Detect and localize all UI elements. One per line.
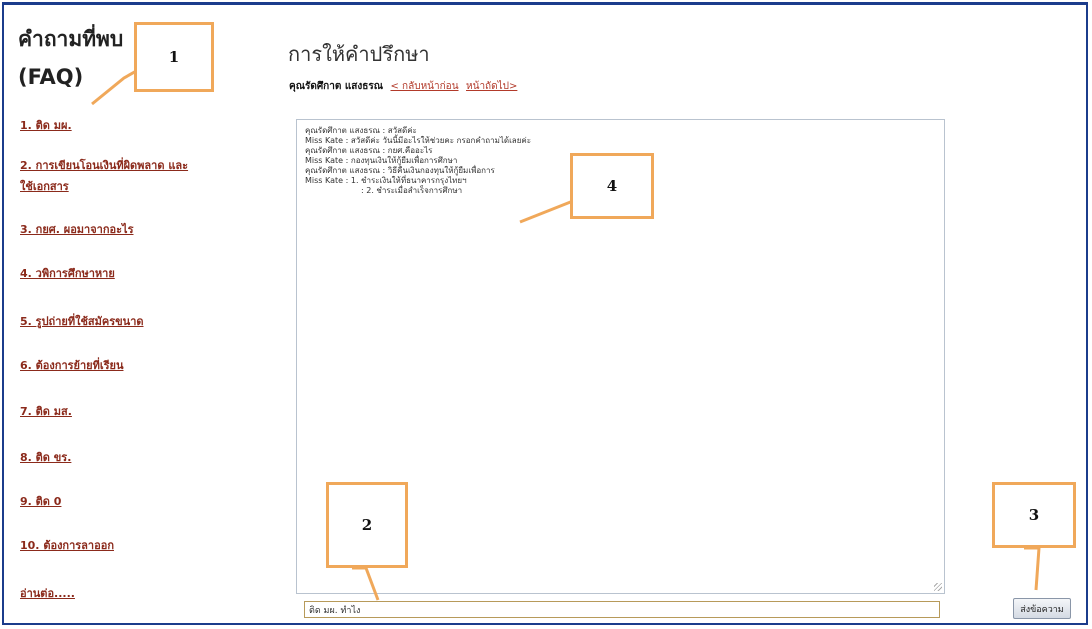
faq-item: อ่านต่อ.....: [20, 582, 230, 603]
faq-link-5[interactable]: 5. รูปถ่ายที่ใช้สมัครขนาด: [20, 315, 144, 328]
callout-2: 2: [326, 482, 408, 568]
faq-link-2[interactable]: 2. การเขียนโอนเงินที่ผิดพลาด และใช้เอกสา…: [20, 159, 188, 193]
faq-item: 4. วพิการศึกษาหาย: [20, 262, 230, 283]
faq-link-7[interactable]: 7. ติด มส.: [20, 405, 72, 418]
next-page-link[interactable]: หน้าถัดไป>: [466, 81, 517, 92]
faq-read-more[interactable]: อ่านต่อ.....: [20, 587, 75, 600]
faq-item: 5. รูปถ่ายที่ใช้สมัครขนาด: [20, 310, 230, 331]
user-line: คุณรัดศึกาต แสงธรณ < กลับหน้าก่อน หน้าถั…: [289, 79, 517, 94]
resize-grip-icon[interactable]: [934, 583, 942, 591]
faq-link-10[interactable]: 10. ต้องการลาออก: [20, 539, 114, 552]
faq-link-4[interactable]: 4. วพิการศึกษาหาย: [20, 267, 115, 280]
message-input[interactable]: [304, 601, 940, 618]
faq-link-9[interactable]: 9. ติด 0: [20, 495, 61, 508]
callout-4: 4: [570, 153, 654, 219]
user-name: คุณรัดศึกาต แสงธรณ: [289, 81, 384, 92]
faq-link-1[interactable]: 1. ติด มผ.: [20, 119, 72, 132]
faq-item: 8. ติด ขร.: [20, 446, 230, 467]
faq-link-6[interactable]: 6. ต้องการย้ายที่เรียน: [20, 359, 123, 372]
chat-line: คุณรัดศึกาต แสงธรณ : สวัสดีค่ะ: [305, 126, 417, 135]
callout-1: 1: [134, 22, 214, 92]
faq-link-8[interactable]: 8. ติด ขร.: [20, 451, 71, 464]
faq-item: 3. กยศ. ผอมาจากอะไร: [20, 218, 230, 239]
faq-item: 7. ติด มส.: [20, 400, 230, 421]
faq-item: 9. ติด 0: [20, 490, 230, 511]
faq-item: 1. ติด มผ.: [20, 114, 230, 135]
send-message-button[interactable]: ส่งข้อความ: [1013, 598, 1071, 619]
callout-3: 3: [992, 482, 1076, 548]
page-title: การให้คำปรึกษา: [288, 42, 430, 66]
chat-line: Miss Kate : สวัสดีค่ะ วันนี้มีอะไรให้ช่ว…: [305, 136, 532, 145]
faq-item: 2. การเขียนโอนเงินที่ผิดพลาด และใช้เอกสา…: [20, 154, 200, 196]
prev-page-link[interactable]: < กลับหน้าก่อน: [391, 81, 459, 92]
faq-link-3[interactable]: 3. กยศ. ผอมาจากอะไร: [20, 223, 133, 236]
faq-item: 6. ต้องการย้ายที่เรียน: [20, 354, 230, 375]
faq-item: 10. ต้องการลาออก: [20, 534, 230, 555]
